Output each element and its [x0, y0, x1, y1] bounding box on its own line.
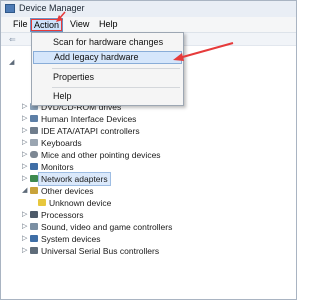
expand-arrow-icon[interactable]: ▷ [22, 137, 30, 149]
tree-item-unknown-device[interactable]: Unknown device [30, 197, 111, 209]
tree-root-expander-icon[interactable]: ◢ [9, 57, 17, 69]
mouse-icon [30, 151, 38, 158]
menu-item-add-legacy-hardware[interactable]: Add legacy hardware [33, 51, 182, 64]
menu-file[interactable]: File [10, 19, 31, 30]
expand-arrow-icon[interactable]: ▷ [22, 101, 30, 113]
tree-item-processors[interactable]: ▷ Processors [22, 209, 84, 221]
menu-item-properties[interactable]: Properties [33, 71, 182, 84]
menu-separator [52, 68, 180, 69]
other-devices-icon [30, 187, 38, 194]
tree-item-network-adapters[interactable]: ▷ Network adapters [22, 172, 111, 186]
tree-item-monitors[interactable]: ▷ Monitors [22, 161, 74, 173]
tree-item-ide[interactable]: ▷ IDE ATA/ATAPI controllers [22, 125, 140, 137]
sound-icon [30, 223, 38, 230]
expand-arrow-icon[interactable]: ▷ [22, 113, 30, 125]
tree-item-mice[interactable]: ▷ Mice and other pointing devices [22, 149, 161, 161]
expand-arrow-icon[interactable]: ▷ [22, 233, 30, 245]
menu-bar: File Action View Help [1, 17, 296, 33]
menu-item-scan-hardware[interactable]: Scan for hardware changes [33, 36, 182, 49]
action-dropdown-menu: Scan for hardware changes Add legacy har… [31, 32, 184, 106]
tree-item-system-devices[interactable]: ▷ System devices [22, 233, 101, 245]
expand-arrow-icon[interactable]: ▷ [22, 173, 30, 185]
back-arrow-icon[interactable]: ⇐ [9, 35, 16, 44]
menu-item-help[interactable]: Help [33, 90, 182, 103]
expand-arrow-icon[interactable]: ▷ [22, 209, 30, 221]
menu-help[interactable]: Help [96, 19, 121, 30]
collapse-arrow-icon[interactable]: ◢ [22, 185, 30, 197]
expand-arrow-icon[interactable]: ▷ [22, 149, 30, 161]
expand-arrow-icon[interactable]: ▷ [22, 161, 30, 173]
expand-arrow-icon[interactable]: ▷ [22, 221, 30, 233]
expand-arrow-icon[interactable]: ▷ [22, 125, 30, 137]
menu-action[interactable]: Action [30, 18, 64, 32]
window-title: Device Manager [19, 3, 85, 13]
menu-separator [52, 87, 180, 88]
processor-icon [30, 211, 38, 218]
expand-arrow-icon[interactable]: ▷ [22, 245, 30, 257]
device-manager-window: Device Manager File Action View Help ⇐ ◢… [0, 0, 297, 300]
menu-view[interactable]: View [67, 19, 92, 30]
network-icon [30, 175, 38, 182]
tree-item-hid[interactable]: ▷ Human Interface Devices [22, 113, 136, 125]
device-manager-app-icon [5, 4, 15, 13]
usb-icon [30, 247, 38, 254]
hid-icon [30, 115, 38, 122]
keyboard-icon [30, 139, 38, 146]
tree-item-other-devices[interactable]: ◢ Other devices [22, 185, 93, 197]
warning-icon [38, 199, 46, 206]
monitor-icon [30, 163, 38, 170]
ide-icon [30, 127, 38, 134]
tree-item-keyboards[interactable]: ▷ Keyboards [22, 137, 82, 149]
title-bar: Device Manager [1, 1, 296, 17]
tree-item-sound[interactable]: ▷ Sound, video and game controllers [22, 221, 172, 233]
system-icon [30, 235, 38, 242]
tree-item-usb[interactable]: ▷ Universal Serial Bus controllers [22, 245, 159, 257]
